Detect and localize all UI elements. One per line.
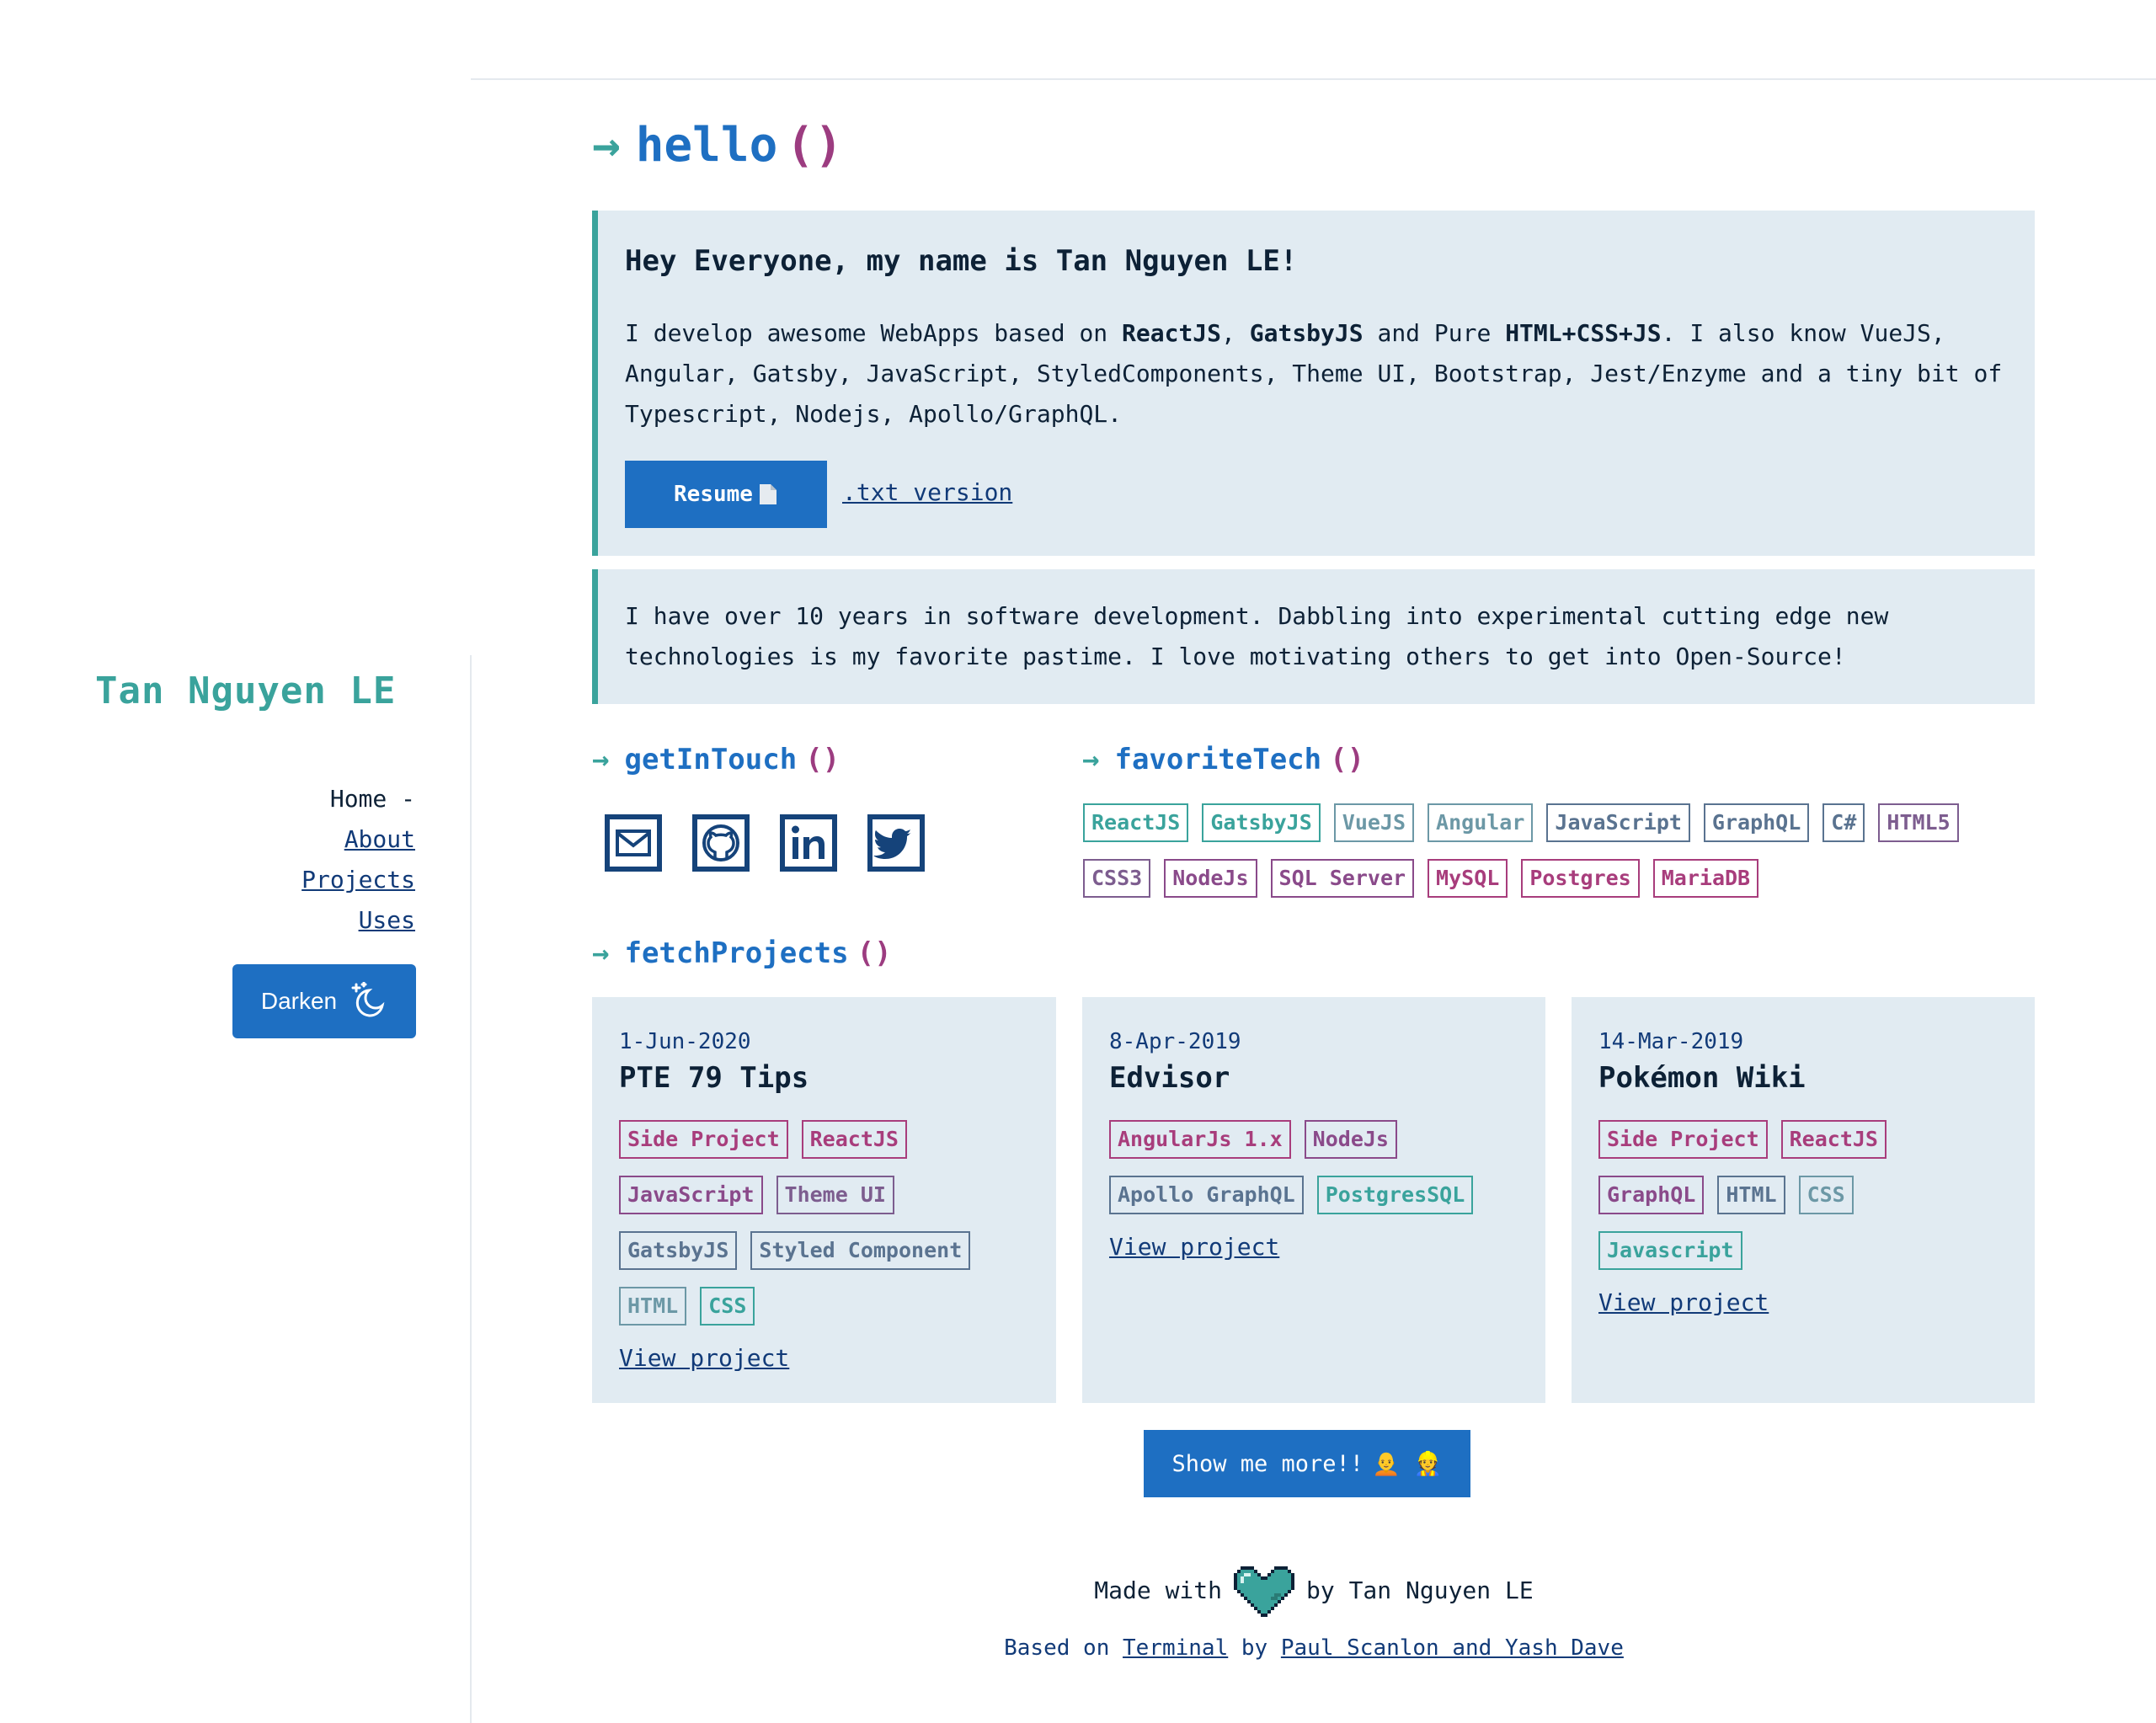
tech-tag: Javascript [1598, 1231, 1742, 1270]
tech-tag: MariaDB [1652, 859, 1759, 898]
get-in-touch-heading: → getInTouch () [592, 743, 841, 776]
mail-icon[interactable] [605, 814, 662, 872]
document-icon [759, 484, 776, 504]
show-more-label: Show me more!! [1171, 1450, 1364, 1477]
favorite-tech-tags: ReactJS GatsbyJS VueJS Angular JavaScript Gra… [1083, 803, 2018, 898]
project-title: Pokémon Wiki [1598, 1061, 1806, 1095]
top-divider [471, 78, 2156, 80]
arrow-right-icon: → [592, 118, 621, 173]
tech-tag: Apollo GraphQL [1109, 1176, 1304, 1214]
tech-tag: NodeJs [1304, 1120, 1397, 1159]
nav-about[interactable]: About [302, 819, 415, 860]
tech-tag: Side Project [1598, 1120, 1768, 1159]
tech-tag: Side Project [619, 1120, 788, 1159]
project-card: 14-Mar-2019 Pokémon Wiki Side Project Rea… [1572, 997, 2035, 1403]
resume-label: Resume [674, 482, 753, 507]
parens-icon: () [1330, 743, 1365, 776]
tech-tag: GraphQL [1703, 803, 1810, 842]
github-icon[interactable] [692, 814, 750, 872]
favorite-tech-heading: → favoriteTech () [1082, 743, 1365, 776]
darken-button[interactable]: Darken [232, 964, 416, 1038]
project-card: 8-Apr-2019 Edvisor AngularJs 1.x NodeJs Ap… [1082, 997, 1545, 1403]
tech-tag: JavaScript [1546, 803, 1690, 842]
view-project-link[interactable]: View project [1598, 1288, 1769, 1316]
txt-version-link[interactable]: .txt version [842, 478, 1012, 506]
tech-tag: JavaScript [619, 1176, 763, 1214]
project-card: 1-Jun-2020 PTE 79 Tips Side Project React… [592, 997, 1056, 1403]
arrow-right-icon: → [1082, 743, 1100, 776]
tech-tag: ReactJS [1780, 1120, 1886, 1159]
tech-tag: HTML5 [1878, 803, 1959, 842]
project-title: Edvisor [1109, 1061, 1230, 1095]
tech-tag: VueJS [1333, 803, 1415, 842]
site-title: Tan Nguyen LE [95, 669, 397, 712]
parens-icon: () [786, 118, 843, 173]
view-project-link[interactable]: View project [619, 1344, 789, 1372]
tech-tag: GraphQL [1598, 1176, 1705, 1214]
tech-tag: CSS [700, 1287, 755, 1326]
arrow-right-icon: → [592, 936, 610, 970]
fetch-projects-heading: → fetchProjects () [592, 936, 892, 970]
tech-tag: NodeJs [1164, 859, 1257, 898]
greeting: Hey Everyone, my name is Tan Nguyen LE! [625, 244, 1298, 278]
tech-tag: Styled Component [750, 1231, 971, 1270]
terminal-link[interactable]: Terminal [1123, 1635, 1228, 1661]
hello-heading: → hello () [592, 118, 843, 173]
pixel-heart-icon [1234, 1566, 1294, 1617]
nav-uses[interactable]: Uses [302, 900, 415, 941]
people-emoji-icon: 🧑‍🦲 👷 [1372, 1451, 1443, 1477]
project-date: 14-Mar-2019 [1598, 1029, 1744, 1054]
linkedin-icon[interactable] [780, 814, 837, 872]
resume-button[interactable]: Resume [625, 461, 827, 528]
tech-tag: PostgresSQL [1316, 1176, 1474, 1214]
tech-tag: CSS [1798, 1176, 1854, 1214]
tech-tag: ReactJS [801, 1120, 907, 1159]
arrow-right-icon: → [592, 743, 610, 776]
sidebar-nav: Home - About Projects Uses [302, 779, 415, 941]
project-tags: Side Project ReactJS GraphQL HTML CSS Javascr… [1598, 1120, 2003, 1316]
project-date: 1-Jun-2020 [619, 1029, 751, 1054]
view-project-link[interactable]: View project [1109, 1233, 1279, 1261]
tech-tag: HTML [1717, 1176, 1785, 1214]
contact-icons [605, 814, 925, 872]
show-more-button[interactable]: Show me more!! 🧑‍🦲 👷 [1144, 1430, 1470, 1497]
experience-paragraph: I have over 10 years in software develop… [625, 602, 1889, 670]
tech-tag: HTML [619, 1287, 687, 1326]
project-title: PTE 79 Tips [619, 1061, 809, 1095]
project-tags: AngularJs 1.x NodeJs Apollo GraphQL Postgre… [1109, 1120, 1513, 1261]
intro-paragraph: I develop awesome WebApps based on React… [625, 319, 2003, 428]
authors-link[interactable]: Paul Scanlon and Yash Dave [1281, 1635, 1624, 1661]
parens-icon: () [805, 743, 841, 776]
tech-tag: GatsbyJS [1202, 803, 1321, 842]
tech-tag: C# [1822, 803, 1865, 842]
tech-tag: MySQL [1428, 859, 1508, 898]
project-tags: Side Project ReactJS JavaScript Theme UI Gat… [619, 1120, 1023, 1372]
nav-home[interactable]: Home - [302, 779, 415, 819]
footer-credits: Based on Terminal by Paul Scanlon and Ya… [1004, 1635, 1624, 1661]
moon-stars-icon [351, 982, 385, 1017]
tech-tag: GatsbyJS [619, 1231, 738, 1270]
tech-tag: Postgres [1521, 859, 1640, 898]
tech-tag: AngularJs 1.x [1109, 1120, 1291, 1159]
darken-label: Darken [260, 988, 338, 1014]
tech-tag: CSS3 [1083, 859, 1151, 898]
tech-tag: SQL Server [1270, 859, 1415, 898]
tech-tag: Theme UI [776, 1176, 894, 1214]
tech-tag: ReactJS [1083, 803, 1189, 842]
experience-panel: I have over 10 years in software develop… [592, 569, 2035, 704]
intro-panel: Hey Everyone, my name is Tan Nguyen LE! … [592, 211, 2035, 556]
nav-projects[interactable]: Projects [302, 860, 415, 900]
footer-made-with: Made with by Tan Nguyen LE [0, 1563, 2156, 1617]
tech-tag: Angular [1428, 803, 1534, 842]
project-date: 8-Apr-2019 [1109, 1029, 1241, 1054]
parens-icon: () [857, 936, 892, 970]
twitter-icon[interactable] [867, 814, 925, 872]
